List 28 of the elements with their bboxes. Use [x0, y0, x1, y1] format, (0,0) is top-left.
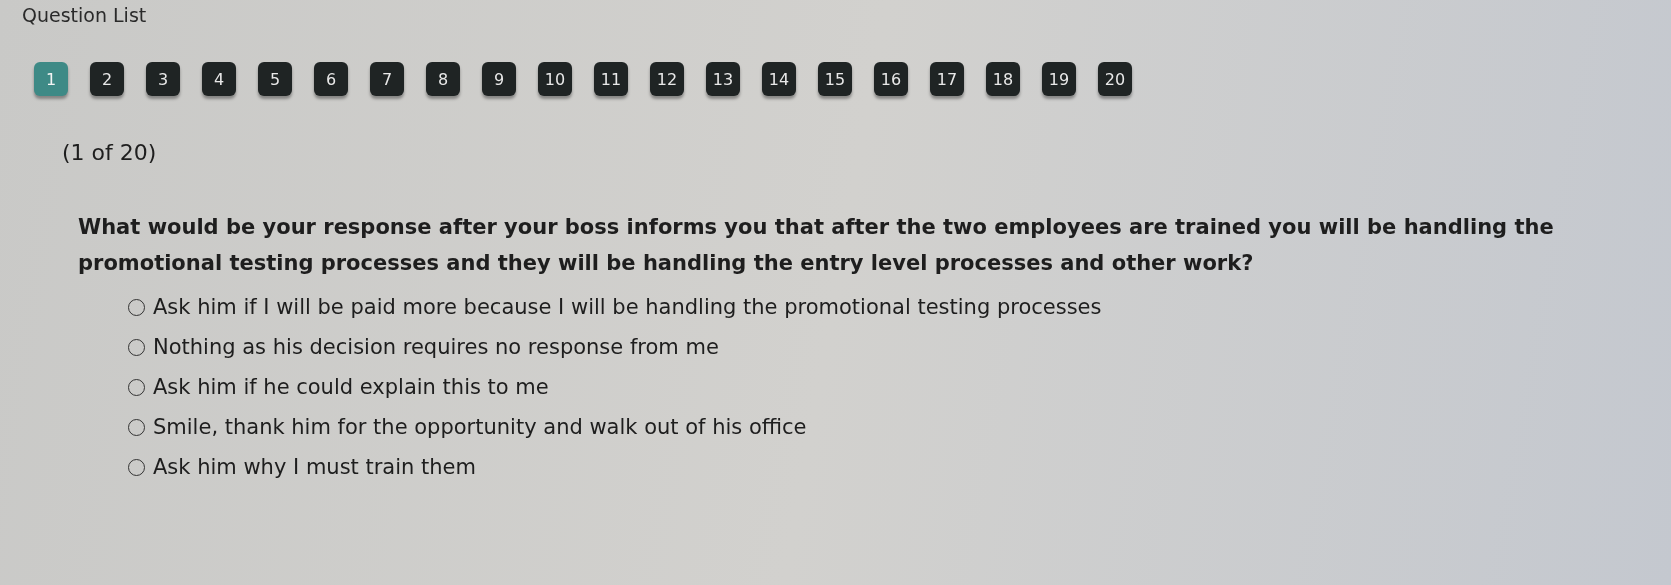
question-number-button[interactable]: 7 [370, 62, 404, 96]
question-number-button[interactable]: 14 [762, 62, 796, 96]
question-number-button[interactable]: 20 [1098, 62, 1132, 96]
question-text: What would be your response after your boss informs you that after the two employees are trained you will be handling the promotional testing processes and they will be handling the entry level processes and other work? [78, 214, 1555, 277]
question-list-title: Question List [22, 4, 148, 26]
question-number-button[interactable]: 12 [650, 62, 684, 96]
question-number-button[interactable]: 13 [706, 62, 740, 96]
question-number-button[interactable]: 18 [986, 62, 1020, 96]
question-number-button[interactable]: 3 [146, 62, 180, 96]
question-number-button[interactable]: 17 [930, 62, 964, 96]
question-number-button[interactable]: 16 [874, 62, 908, 96]
question-number-button[interactable]: 4 [202, 62, 236, 96]
option-label[interactable]: Ask him why I must train them [153, 455, 476, 479]
progress-text: (1 of 20) [62, 140, 158, 165]
option-label[interactable]: Nothing as his decision requires no response from me [153, 335, 719, 359]
option-label[interactable]: Smile, thank him for the opportunity and walk out of his office [153, 415, 807, 439]
question-number-button[interactable]: 19 [1042, 62, 1076, 96]
question-number-button[interactable]: 1 [34, 62, 68, 96]
question-number-button[interactable]: 11 [594, 62, 628, 96]
option-label[interactable]: Ask him if he could explain this to me [153, 375, 549, 399]
question-number-button[interactable]: 10 [538, 62, 572, 96]
option-label[interactable]: Ask him if I will be paid more because I will be handling the promotional testing processes [153, 295, 1102, 319]
question-number-button[interactable]: 2 [90, 62, 124, 96]
question-number-button[interactable]: 6 [314, 62, 348, 96]
question-number-button[interactable]: 15 [818, 62, 852, 96]
question-number-button[interactable]: 5 [258, 62, 292, 96]
question-number-button[interactable]: 8 [426, 62, 460, 96]
question-number-button[interactable]: 9 [482, 62, 516, 96]
